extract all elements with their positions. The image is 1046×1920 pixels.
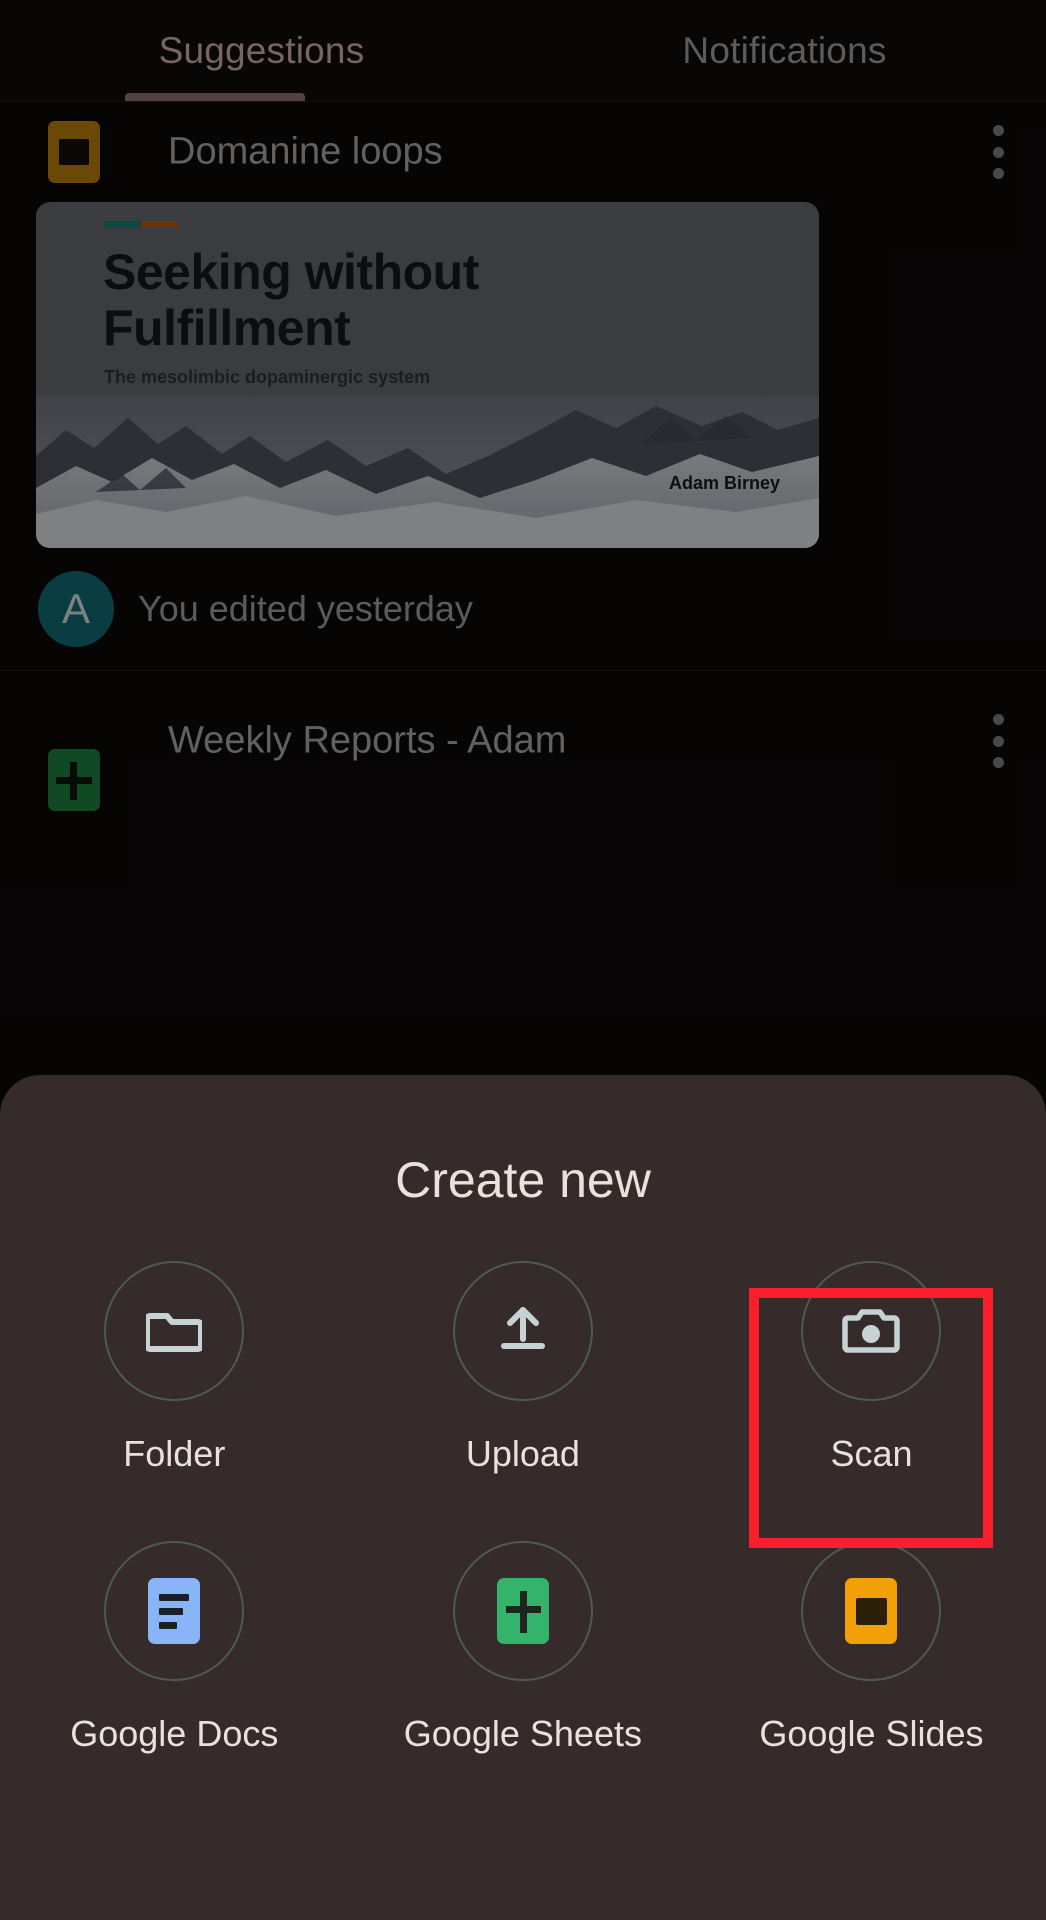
slide-subtitle: The mesolimbic dopaminergic system	[104, 367, 431, 387]
tab-active-indicator	[125, 93, 305, 101]
create-option-google-docs[interactable]: Google Docs	[0, 1541, 349, 1755]
create-options-row: Google Docs Google Sheets Google Slides	[0, 1541, 1046, 1755]
slide-accent-bar	[104, 221, 178, 228]
app-screen: Suggestions Notifications Domanine loops	[0, 0, 1046, 1920]
feed-item-title: Domanine loops	[168, 130, 443, 173]
feed-item-title: Weekly Reports - Adam	[168, 719, 567, 762]
create-option-scan[interactable]: Scan	[697, 1261, 1046, 1475]
upload-icon-ring	[452, 1261, 593, 1401]
camera-icon-ring	[801, 1261, 942, 1401]
create-option-label: Google Slides	[759, 1713, 984, 1754]
kebab-menu-icon[interactable]	[992, 714, 1004, 768]
feed-item-activity: A You edited yesterday	[0, 548, 1046, 670]
feed-item-weekly-reports[interactable]: Weekly Reports - Adam	[0, 671, 1046, 811]
google-slides-icon	[48, 121, 100, 183]
google-sheets-icon	[48, 749, 100, 811]
activity-text: You edited yesterday	[138, 588, 473, 629]
slide-title: Seeking without Fulfillment	[103, 244, 479, 356]
google-docs-icon	[148, 1578, 201, 1644]
create-option-label: Folder	[123, 1433, 226, 1474]
google-sheets-icon	[496, 1578, 549, 1644]
slide-thumbnail[interactable]: Seeking without Fulfillment The mesolimb…	[36, 202, 819, 548]
thumbnail-photo	[36, 396, 819, 548]
google-docs-icon-ring	[104, 1541, 245, 1681]
google-slides-icon-ring	[801, 1541, 942, 1681]
avatar-initial: A	[61, 585, 90, 632]
create-option-label: Google Docs	[70, 1713, 279, 1754]
tab-notifications-label: Notifications	[682, 30, 887, 71]
google-sheets-icon-ring	[452, 1541, 593, 1681]
feed-item-domanine-loops[interactable]: Domanine loops Seeking without Fulfillme…	[0, 102, 1046, 670]
tab-suggestions[interactable]: Suggestions	[0, 0, 523, 102]
tab-notifications[interactable]: Notifications	[523, 0, 1046, 102]
create-options-row: Folder Upload Scan	[0, 1261, 1046, 1475]
sheet-title: Create new	[395, 1152, 651, 1208]
create-option-label: Google Sheets	[403, 1713, 642, 1754]
avatar: A	[38, 571, 114, 647]
create-option-google-sheets[interactable]: Google Sheets	[349, 1541, 698, 1755]
folder-icon	[146, 1313, 203, 1352]
create-option-folder[interactable]: Folder	[0, 1261, 349, 1475]
create-option-google-slides[interactable]: Google Slides	[697, 1541, 1046, 1755]
camera-icon	[842, 1309, 901, 1353]
grid-row-gap	[0, 1475, 1046, 1541]
top-tab-bar: Suggestions Notifications	[0, 0, 1046, 102]
create-option-label: Upload	[465, 1433, 580, 1474]
kebab-menu-icon[interactable]	[992, 125, 1004, 179]
upload-icon	[500, 1307, 545, 1349]
create-option-label: Scan	[830, 1433, 913, 1474]
feed-item-header: Weekly Reports - Adam	[0, 671, 1046, 811]
slide-author: Adam Birney	[669, 473, 781, 493]
feed-item-header: Domanine loops	[0, 102, 1046, 202]
tab-suggestions-label: Suggestions	[158, 30, 365, 71]
create-new-bottom-sheet: Create new Folder Upload Scan Google Doc…	[0, 1075, 1046, 1920]
create-option-upload[interactable]: Upload	[349, 1261, 698, 1475]
folder-icon-ring	[104, 1261, 245, 1401]
create-options-grid: Folder Upload Scan Google Docs Google Sh…	[0, 1261, 1046, 1755]
google-slides-icon	[845, 1578, 898, 1644]
